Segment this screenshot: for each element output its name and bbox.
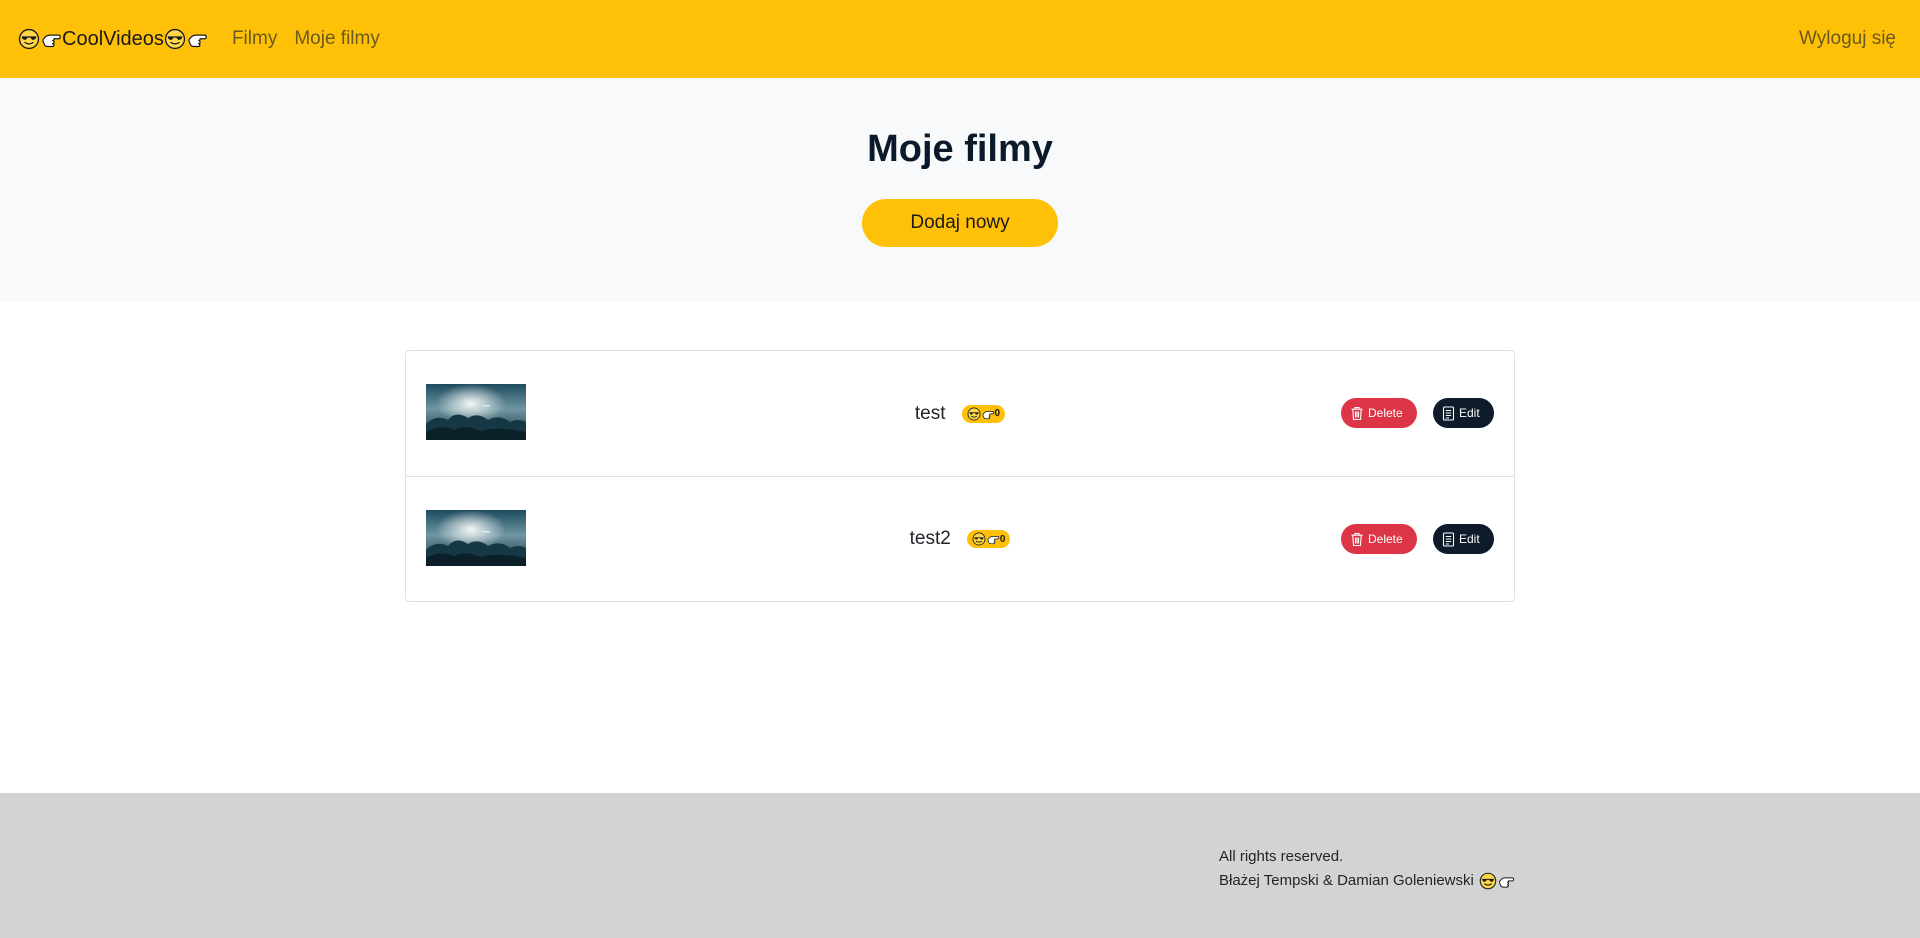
video-title[interactable]: test [915,403,946,425]
document-icon [1442,531,1455,547]
trash-icon [1351,406,1363,420]
hero-section: Moje filmy Dodaj nowy [0,78,1920,302]
brand-link[interactable]: CoolVideos [18,28,208,51]
video-title[interactable]: test2 [910,528,951,550]
page-title: Moje filmy [867,128,1053,170]
pointing-hand-icon [1497,872,1515,890]
edit-button[interactable]: Edit [1433,524,1494,554]
delete-label: Delete [1368,532,1403,546]
list-item: test 0 Delete Edit [406,351,1514,476]
list-item: test2 0 Delete Edit [406,476,1514,601]
brand-name: CoolVideos [62,27,164,50]
edit-button[interactable]: Edit [1433,398,1494,428]
pointing-hand-icon [986,532,1000,546]
sunglasses-face-icon [967,407,981,421]
sunglasses-face-icon [972,532,986,546]
document-icon [1442,405,1455,421]
add-new-button[interactable]: Dodaj nowy [862,199,1058,247]
delete-button[interactable]: Delete [1341,524,1417,554]
pointing-hand-icon [981,407,995,421]
trash-icon [1351,532,1363,546]
pointing-hand-icon [186,28,208,50]
pointing-hand-icon [40,28,62,50]
logout-link[interactable]: Wyloguj się [1799,28,1896,50]
top-navbar: CoolVideos Filmy Moje filmy Wyloguj się [0,0,1920,78]
edit-label: Edit [1459,532,1480,546]
delete-button[interactable]: Delete [1341,398,1417,428]
page-footer: All rights reserved. Błażej Tempski & Da… [0,793,1920,938]
likes-count: 0 [999,533,1006,545]
delete-label: Delete [1368,406,1403,420]
video-thumbnail[interactable] [426,384,526,440]
likes-badge[interactable]: 0 [961,404,1006,423]
sunglasses-face-icon [18,28,40,50]
video-list: test 0 Delete Edit test2 0 Delete Edit [405,350,1515,602]
nav-link-filmy[interactable]: Filmy [232,28,277,50]
sunglasses-face-icon [164,28,186,50]
footer-rights: All rights reserved. [1219,848,1344,865]
edit-label: Edit [1459,406,1480,420]
nav-link-moje-filmy[interactable]: Moje filmy [294,28,380,50]
likes-badge[interactable]: 0 [966,530,1011,548]
video-thumbnail[interactable] [426,510,526,566]
sunglasses-face-icon [1479,872,1497,890]
likes-count: 0 [994,408,1001,419]
footer-authors: Błażej Tempski & Damian Goleniewski [1219,872,1474,889]
